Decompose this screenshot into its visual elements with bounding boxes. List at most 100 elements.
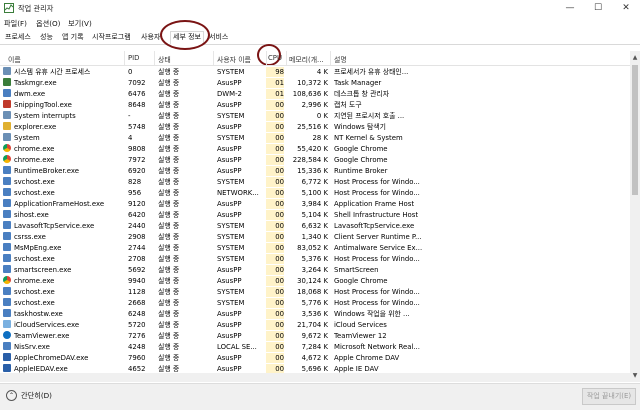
column-header-pid[interactable]: PID xyxy=(128,54,154,62)
process-user: SYSTEM xyxy=(217,244,245,252)
process-name: System interrupts xyxy=(14,112,76,120)
minimize-button[interactable]: — xyxy=(556,0,584,17)
window-icon xyxy=(3,221,11,229)
process-status: 실행 중 xyxy=(158,156,180,164)
table-row[interactable]: taskhostw.exe 6248 실행 중 AsusPP 00 3,536 K Wind… xyxy=(0,308,630,319)
table-row[interactable]: chrome.exe 9808 실행 중 AsusPP 00 55,420 K Google… xyxy=(0,143,630,154)
table-row[interactable]: svchost.exe 1128 실행 중 SYSTEM 00 18,068 K Host … xyxy=(0,286,630,297)
apple-icon xyxy=(3,364,11,372)
table-row[interactable]: SnippingTool.exe 8648 실행 중 AsusPP 00 2,996 K 캡… xyxy=(0,99,630,110)
table-row[interactable]: svchost.exe 2668 실행 중 SYSTEM 00 5,776 K Host P… xyxy=(0,297,630,308)
column-header-memory[interactable]: 메모리(개... xyxy=(289,54,329,64)
process-name: svchost.exe xyxy=(14,288,55,296)
table-row[interactable]: MsMpEng.exe 2744 실행 중 SYSTEM 00 83,052 K Antim… xyxy=(0,242,630,253)
table-row[interactable]: svchost.exe 2708 실행 중 SYSTEM 00 5,376 K Host P… xyxy=(0,253,630,264)
process-status: 실행 중 xyxy=(158,255,180,263)
table-row[interactable]: svchost.exe 956 실행 중 NETWORK... 00 5,100 K Hos… xyxy=(0,187,630,198)
table-row[interactable]: TeamViewer.exe 7276 실행 중 AsusPP 00 9,672 K Tea… xyxy=(0,330,630,341)
table-row[interactable]: explorer.exe 5748 실행 중 AsusPP 00 25,516 K Wind… xyxy=(0,121,630,132)
table-row[interactable]: chrome.exe 9940 실행 중 AsusPP 00 30,124 K Google… xyxy=(0,275,630,286)
process-description: Host Process for Windo... xyxy=(334,288,420,296)
process-user: AsusPP xyxy=(217,145,242,153)
menu-file[interactable]: 파일(F) xyxy=(4,19,27,29)
process-memory: 228,584 K xyxy=(292,156,328,164)
table-row[interactable]: dwm.exe 6476 실행 중 DWM-2 01 108,636 K 데스크톱 창 관리… xyxy=(0,88,630,99)
end-task-button[interactable]: 작업 끝내기(E) xyxy=(582,388,636,405)
column-header-name[interactable]: 이름 xyxy=(8,54,118,64)
maximize-button[interactable]: ☐ xyxy=(584,0,612,17)
vertical-scrollbar[interactable]: ▲ ▼ xyxy=(630,51,640,382)
table-row[interactable]: System 4 실행 중 SYSTEM 00 28 K NT Kernel & Syste… xyxy=(0,132,630,143)
menu-view[interactable]: 보기(V) xyxy=(68,19,92,29)
column-divider[interactable] xyxy=(124,51,125,65)
process-memory: 30,124 K xyxy=(297,277,328,285)
window-icon xyxy=(3,199,11,207)
process-description: Client Server Runtime P... xyxy=(334,233,422,241)
process-cpu: 00 xyxy=(266,320,284,330)
process-memory: 28 K xyxy=(312,134,328,142)
process-status: 실행 중 xyxy=(158,343,180,351)
column-divider[interactable] xyxy=(286,51,287,65)
table-row[interactable]: Taskmgr.exe 7092 실행 중 AsusPP 01 10,372 K Task … xyxy=(0,77,630,88)
process-cpu: 00 xyxy=(266,353,284,363)
column-divider[interactable] xyxy=(213,51,214,65)
process-name: AppleChromeDAV.exe xyxy=(14,354,89,362)
scroll-up-icon[interactable]: ▲ xyxy=(630,54,640,62)
column-divider[interactable] xyxy=(330,51,331,65)
scroll-down-icon[interactable]: ▼ xyxy=(630,372,640,380)
process-status: 실행 중 xyxy=(158,310,180,318)
process-status: 실행 중 xyxy=(158,167,180,175)
table-row[interactable]: smartscreen.exe 5692 실행 중 AsusPP 00 3,264 K Sm… xyxy=(0,264,630,275)
column-header-description[interactable]: 설명 xyxy=(334,54,414,64)
process-memory: 18,068 K xyxy=(297,288,328,296)
tab-performance[interactable]: 성능 xyxy=(38,32,55,43)
process-pid: 828 xyxy=(128,178,142,186)
table-row[interactable]: System interrupts - 실행 중 SYSTEM 00 0 K 지연된 프로시… xyxy=(0,110,630,121)
column-header-user[interactable]: 사용자 이름 xyxy=(217,54,265,64)
tab-processes[interactable]: 프로세스 xyxy=(3,32,33,43)
scrollbar-thumb[interactable] xyxy=(632,65,638,195)
table-row[interactable]: NisSrv.exe 4248 실행 중 LOCAL SE... 00 7,284 K Mi… xyxy=(0,341,630,352)
process-cpu: 00 xyxy=(266,298,284,308)
process-pid: 2744 xyxy=(128,244,146,252)
process-memory: 83,052 K xyxy=(297,244,328,252)
table-row[interactable]: csrss.exe 2908 실행 중 SYSTEM 00 1,340 K Client S… xyxy=(0,231,630,242)
table-row[interactable]: AppleChromeDAV.exe 7960 실행 중 AsusPP 00 4,672 … xyxy=(0,352,630,363)
tab-services[interactable]: 서비스 xyxy=(207,32,230,43)
horizontal-scrollbar[interactable] xyxy=(0,373,630,382)
table-row[interactable]: iCloudServices.exe 5720 실행 중 AsusPP 00 21,704… xyxy=(0,319,630,330)
process-description: Google Chrome xyxy=(334,145,388,153)
table-row[interactable]: RuntimeBroker.exe 6920 실행 중 AsusPP 00 15,336 … xyxy=(0,165,630,176)
process-memory: 6,772 K xyxy=(301,178,328,186)
chrome-icon xyxy=(3,155,11,163)
tab-app-history[interactable]: 앱 기록 xyxy=(60,32,86,43)
tab-users[interactable]: 사용자 xyxy=(139,32,162,43)
fewer-details-button[interactable]: ⌃ 간단히(D) xyxy=(6,390,52,401)
tab-startup[interactable]: 시작프로그램 xyxy=(90,32,133,43)
table-row[interactable]: 시스템 유휴 시간 프로세스 0 실행 중 SYSTEM 98 4 K 프로세서가 유휴 상… xyxy=(0,66,630,77)
process-pid: 7092 xyxy=(128,79,146,87)
process-user: AsusPP xyxy=(217,354,242,362)
column-divider[interactable] xyxy=(154,51,155,65)
window-icon xyxy=(3,210,11,218)
title-bar: 작업 관리자 — ☐ ✕ xyxy=(0,0,640,17)
process-memory: 2,996 K xyxy=(301,101,328,109)
table-row[interactable]: svchost.exe 828 실행 중 SYSTEM 00 6,772 K Host Pr… xyxy=(0,176,630,187)
process-memory: 10,372 K xyxy=(297,79,328,87)
table-row[interactable]: ApplicationFrameHost.exe 9120 실행 중 AsusPP 00… xyxy=(0,198,630,209)
menu-options[interactable]: 옵션(O) xyxy=(36,19,61,29)
process-description: Host Process for Windo... xyxy=(334,178,420,186)
process-cpu: 00 xyxy=(266,111,284,121)
column-header-status[interactable]: 상태 xyxy=(158,54,210,64)
process-status: 실행 중 xyxy=(158,266,180,274)
table-row[interactable]: LavasoftTcpService.exe 2440 실행 중 SYSTEM 00 6,… xyxy=(0,220,630,231)
column-header-cpu[interactable]: CPU xyxy=(266,54,284,62)
process-name: Taskmgr.exe xyxy=(14,79,57,87)
process-description: Host Process for Windo... xyxy=(334,189,420,197)
window-icon xyxy=(3,265,11,273)
table-row[interactable]: chrome.exe 7972 실행 중 AsusPP 00 228,584 K Googl… xyxy=(0,154,630,165)
table-row[interactable]: sihost.exe 6420 실행 중 AsusPP 00 5,104 K Shell I… xyxy=(0,209,630,220)
close-button[interactable]: ✕ xyxy=(612,0,640,17)
process-pid: 5720 xyxy=(128,321,146,329)
process-memory: 4 K xyxy=(316,68,328,76)
